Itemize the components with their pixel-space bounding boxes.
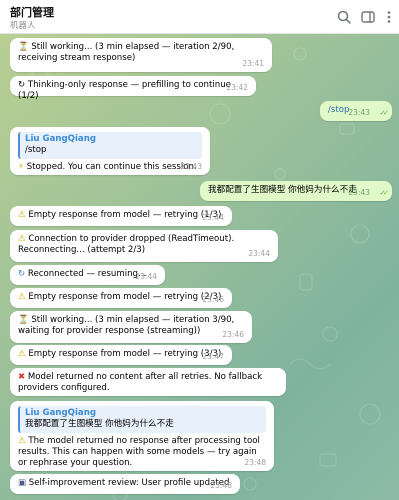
lightning-icon: ⚡ (18, 162, 24, 172)
message-time: 23:43 (348, 188, 370, 197)
reply-author: Liu GangQiang (25, 134, 96, 144)
message-time: 23:44 (202, 213, 224, 222)
message-text: Still working... (3 min elapsed — iterat… (18, 315, 235, 336)
message-time: 23:42 (226, 83, 248, 92)
message-time: 23:46 (202, 295, 224, 304)
message-time: 23:44 (248, 249, 270, 258)
message-bubble[interactable]: ↻ Thinking-only response — prefilling to… (10, 76, 256, 101)
message-time: 23:48 (210, 481, 232, 490)
message-time: 23:44 (135, 272, 157, 281)
message-bubble[interactable]: ▣ Self-improvement review: User profile … (10, 474, 240, 494)
message-text: Empty response from model — retrying (1/… (28, 210, 222, 220)
chat-subtitle: 机器人 (10, 21, 36, 31)
hourglass-icon: ⏳ (18, 315, 29, 325)
warning-icon: ⚠ (18, 292, 26, 302)
message-text: Stopped. You can continue this session. (26, 162, 197, 172)
message-text: Empty response from model — retrying (2/… (28, 292, 222, 302)
hourglass-icon: ⏳ (18, 42, 29, 52)
message-text: The model returned no response after pro… (18, 436, 260, 468)
chat-title[interactable]: 部门管理 (10, 4, 54, 20)
message-text: Model returned no content after all retr… (18, 372, 263, 393)
message-bubble[interactable]: Liu GangQiang /stop ⚡ Stopped. You can c… (10, 127, 210, 175)
warning-icon: ⚠ (18, 234, 26, 244)
cross-icon: ✖ (18, 372, 26, 382)
message-text: Thinking-only response — prefilling to c… (18, 80, 231, 101)
message-bubble[interactable]: ⏳ Still working... (3 min elapsed — iter… (10, 38, 272, 72)
telegram-chat-window: 部门管理 机器人 ⏳ Still working... (3 min elaps… (0, 0, 399, 500)
message-time: 23:41 (242, 59, 264, 68)
sidebar-toggle-icon[interactable] (360, 9, 376, 25)
reconnect-icon: ↻ (18, 269, 26, 279)
chat-header: 部门管理 机器人 (0, 0, 399, 34)
message-bubble[interactable]: ↻ Reconnected — resuming... 23:44 (10, 265, 165, 285)
reply-author: Liu GangQiang (25, 408, 96, 418)
message-time: 23:46 (222, 330, 244, 339)
message-time: 23:48 (244, 458, 266, 467)
refresh-icon: ↻ (18, 80, 26, 90)
message-text: Still working... (3 min elapsed — iterat… (18, 42, 235, 63)
reply-preview[interactable]: Liu GangQiang /stop (18, 132, 202, 159)
message-time: 23:43 (180, 162, 202, 171)
more-options-icon[interactable] (381, 9, 397, 25)
message-text: Self-improvement review: User profile up… (28, 478, 230, 488)
message-bubble[interactable]: ⚠ Connection to provider dropped (ReadTi… (10, 230, 278, 262)
reply-text: 我都配置了生图模型 你他妈为什么不走 (25, 419, 174, 429)
message-bubble[interactable]: Liu GangQiang 我都配置了生图模型 你他妈为什么不走 ⚠ The m… (10, 401, 274, 471)
read-check-icon: ✓✓ (379, 108, 388, 117)
message-text: Empty response from model — retrying (3/… (28, 349, 222, 359)
message-time: 23:47 (202, 352, 224, 361)
message-time: 23:43 (348, 108, 370, 117)
message-bubble-outgoing[interactable]: /stop 23:43 ✓✓ (320, 101, 392, 121)
message-text: Connection to provider dropped (ReadTime… (18, 234, 235, 255)
message-bubble[interactable]: ⚠ Empty response from model — retrying (… (10, 206, 232, 226)
memo-icon: ▣ (18, 478, 27, 488)
message-bubble[interactable]: ⚠ Empty response from model — retrying (… (10, 345, 232, 365)
warning-icon: ⚠ (18, 349, 26, 359)
read-check-icon: ✓✓ (379, 188, 388, 197)
reply-text: /stop (25, 145, 47, 155)
message-bubble[interactable]: ✖ Model returned no content after all re… (10, 368, 286, 396)
warning-icon: ⚠ (18, 210, 26, 220)
message-text: Reconnected — resuming... (27, 269, 147, 279)
message-bubble[interactable]: ⏳ Still working... (3 min elapsed — iter… (10, 311, 252, 343)
search-icon[interactable] (336, 9, 352, 25)
reply-preview[interactable]: Liu GangQiang 我都配置了生图模型 你他妈为什么不走 (18, 406, 266, 433)
message-bubble[interactable]: ⚠ Empty response from model — retrying (… (10, 288, 232, 308)
message-bubble-outgoing[interactable]: 我都配置了生图模型 你他妈为什么不走 23:43 ✓✓ (200, 181, 392, 201)
warning-icon: ⚠ (18, 436, 26, 446)
